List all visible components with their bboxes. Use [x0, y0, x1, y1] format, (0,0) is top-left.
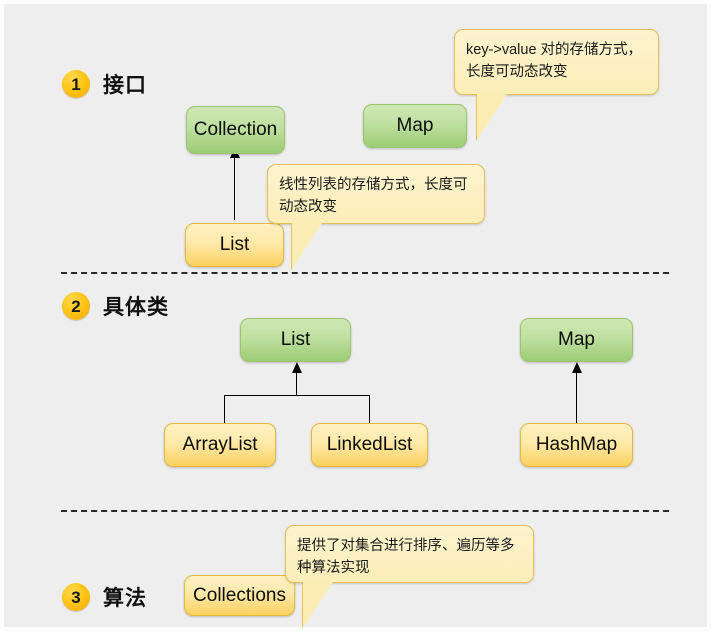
node-linkedlist[interactable]: LinkedList [311, 423, 428, 467]
diagram-canvas: 1 接口 Collection Map key->value 对的存储方式，长度… [0, 0, 711, 631]
node-map-interface[interactable]: Map [363, 104, 467, 148]
node-hashmap[interactable]: HashMap [520, 423, 633, 467]
section-title-1: 接口 [103, 74, 147, 97]
callout-collections-description: 提供了对集合进行排序、遍历等多种算法实现 [285, 525, 534, 627]
node-label: Collections [193, 584, 286, 606]
section-separator-2 [61, 510, 669, 512]
node-label: HashMap [535, 434, 618, 455]
connector-list-crossbar [224, 395, 370, 397]
node-label: List [219, 234, 250, 255]
section-title-2: 具体类 [103, 296, 169, 319]
section-heading-algorithms: 3 算法 [62, 582, 147, 612]
connector-arraylist-branch [224, 395, 226, 424]
node-label: List [280, 329, 311, 350]
section-badge-2: 2 [62, 292, 90, 320]
node-label: Map [558, 329, 595, 350]
node-map-class[interactable]: Map [520, 318, 633, 362]
node-label: ArrayList [182, 434, 258, 455]
callout-map-description: key->value 对的存储方式，长度可动态改变 [454, 29, 659, 140]
callout-list-description: 线性列表的存储方式，长度可动态改变 [267, 164, 485, 269]
section-badge-3: 3 [62, 583, 90, 611]
connector-hashmap-to-map [576, 371, 578, 424]
node-label: LinkedList [326, 434, 413, 455]
callout-tail-icon [477, 94, 507, 140]
node-collections[interactable]: Collections [184, 575, 295, 616]
section-separator-1 [61, 272, 669, 274]
node-collection-interface[interactable]: Collection [186, 106, 285, 154]
callout-text: key->value 对的存储方式，长度可动态改变 [466, 42, 643, 81]
callout-tail-icon [303, 582, 333, 627]
node-label: Map [396, 115, 434, 136]
connector-linkedlist-branch [369, 395, 371, 424]
arrowhead-to-map-class [572, 362, 582, 373]
node-label: Collection [193, 119, 278, 140]
callout-text: 线性列表的存储方式，长度可动态改变 [279, 177, 468, 216]
arrowhead-to-list-class [292, 362, 302, 373]
node-arraylist[interactable]: ArrayList [164, 423, 276, 467]
section-badge-1: 1 [62, 70, 90, 98]
connector-list-stem [296, 371, 298, 396]
section-title-3: 算法 [103, 587, 147, 610]
node-list-class[interactable]: List [240, 318, 351, 362]
callout-tail-icon [292, 223, 322, 269]
node-list-interface[interactable]: List [185, 223, 284, 267]
section-heading-classes: 2 具体类 [62, 291, 169, 321]
connector-list-to-collection [234, 154, 236, 220]
section-heading-interfaces: 1 接口 [62, 69, 147, 99]
callout-text: 提供了对集合进行排序、遍历等多种算法实现 [297, 538, 515, 577]
